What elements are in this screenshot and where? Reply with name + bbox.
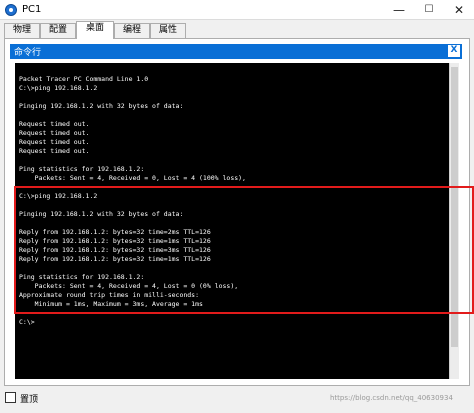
terminal-line: Request timed out.: [19, 120, 90, 128]
tab-physical[interactable]: 物理: [4, 23, 40, 38]
tab-config[interactable]: 配置: [40, 23, 76, 38]
tab-attributes[interactable]: 属性: [150, 23, 186, 38]
always-on-top-label: 置顶: [20, 395, 39, 405]
command-prompt-close-button[interactable]: X: [448, 45, 460, 57]
highlight-annotation: [14, 186, 474, 314]
always-on-top-checkbox[interactable]: [5, 392, 16, 403]
terminal-line: Request timed out.: [19, 129, 90, 137]
footer: 置顶 https://blog.csdn.net/qq_40630934: [0, 386, 474, 413]
maximize-button[interactable]: ☐: [414, 0, 444, 20]
terminal-line: C:\>ping 192.168.1.2: [19, 84, 98, 92]
terminal-line: Pinging 192.168.1.2 with 32 bytes of dat…: [19, 102, 184, 110]
command-prompt-header: 命令行 X: [10, 44, 462, 59]
tab-desktop[interactable]: 桌面: [76, 21, 114, 39]
tab-programming[interactable]: 编程: [114, 23, 150, 38]
command-prompt-title: 命令行: [14, 48, 42, 58]
tab-bar: 物理 配置 桌面 编程 属性: [0, 21, 474, 39]
terminal-line: Packets: Sent = 4, Received = 0, Lost = …: [19, 174, 246, 182]
minimize-button[interactable]: —: [384, 0, 414, 20]
close-button[interactable]: ✕: [444, 0, 474, 20]
terminal-line: Ping statistics for 192.168.1.2:: [19, 165, 145, 173]
terminal-line: Request timed out.: [19, 138, 90, 146]
app-icon: [5, 4, 17, 16]
window-title: PC1: [22, 4, 42, 15]
terminal-line: Packet Tracer PC Command Line 1.0: [19, 75, 149, 83]
terminal-line: Request timed out.: [19, 147, 90, 155]
title-bar: PC1 — ☐ ✕: [0, 0, 474, 20]
terminal-line: C:\>: [19, 318, 35, 326]
watermark-text: https://blog.csdn.net/qq_40630934: [330, 394, 453, 402]
